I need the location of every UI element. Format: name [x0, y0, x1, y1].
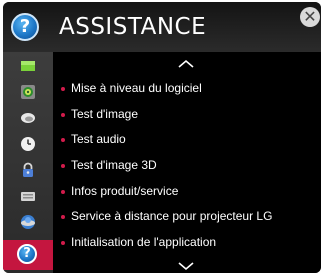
support-menu-panel: Mise à niveau du logiciel Test d'image T… [53, 52, 321, 273]
keyboard-icon [21, 192, 35, 201]
menu-item-label: Test d'image [71, 106, 138, 121]
clock-icon [21, 137, 35, 151]
picture-icon [21, 61, 35, 71]
menu-item-label: Infos produit/service [71, 183, 179, 198]
sidebar-item-lock[interactable] [3, 158, 53, 182]
menu-item-label: Service à distance pour projecteur LG [71, 209, 273, 224]
bullet-icon [61, 164, 65, 169]
menu-item-remote-service[interactable]: Service à distance pour projecteur LG [61, 204, 272, 230]
bullet-icon [61, 112, 65, 117]
menu-item-label: Initialisation de l'application [71, 235, 217, 250]
menu-item-app-reset[interactable]: Initialisation de l'application [61, 230, 272, 256]
menu-item-label: Test audio [71, 132, 126, 147]
bullet-icon [61, 241, 65, 246]
scroll-up-button[interactable] [175, 57, 197, 71]
support-menu-list: Mise à niveau du logiciel Test d'image T… [61, 76, 272, 256]
assistance-dialog: ? ASSISTANCE ✕ ? Mise à niveau du logici… [3, 2, 321, 273]
bullet-icon [61, 215, 65, 220]
sidebar-item-audio[interactable] [3, 80, 53, 104]
sidebar-item-network[interactable] [3, 210, 53, 234]
sidebar-item-support[interactable]: ? [3, 240, 53, 270]
scroll-down-button[interactable] [175, 259, 197, 273]
dialog-header: ? ASSISTANCE [3, 2, 321, 52]
menu-item-product-info[interactable]: Infos produit/service [61, 179, 272, 205]
page-title: ASSISTANCE [59, 14, 207, 40]
menu-item-label: Test d'image 3D [71, 158, 157, 173]
menu-item-label: Mise à niveau du logiciel [71, 81, 202, 95]
menu-item-picture-test[interactable]: Test d'image [61, 102, 272, 128]
sidebar-item-channels[interactable] [3, 106, 53, 130]
settings-sidebar: ? [3, 52, 53, 273]
network-globe-icon [21, 215, 35, 229]
bullet-icon [61, 87, 65, 91]
bullet-icon [61, 189, 65, 194]
sidebar-item-options[interactable] [3, 184, 53, 208]
sidebar-item-time[interactable] [3, 132, 53, 156]
chevron-up-icon [178, 59, 194, 68]
bullet-icon [61, 138, 65, 143]
speaker-icon [21, 85, 35, 99]
question-circle-icon: ? [11, 13, 39, 41]
menu-item-software-update[interactable]: Mise à niveau du logiciel [61, 76, 272, 102]
sidebar-item-picture[interactable] [3, 54, 53, 78]
menu-item-audio-test[interactable]: Test audio [61, 127, 272, 153]
support-question-icon: ? [17, 244, 37, 264]
close-button[interactable]: ✕ [300, 7, 320, 27]
lock-icon [23, 162, 33, 177]
chevron-down-icon [178, 262, 194, 271]
satellite-dish-icon [21, 113, 35, 123]
menu-item-3d-picture-test[interactable]: Test d'image 3D [61, 153, 272, 179]
